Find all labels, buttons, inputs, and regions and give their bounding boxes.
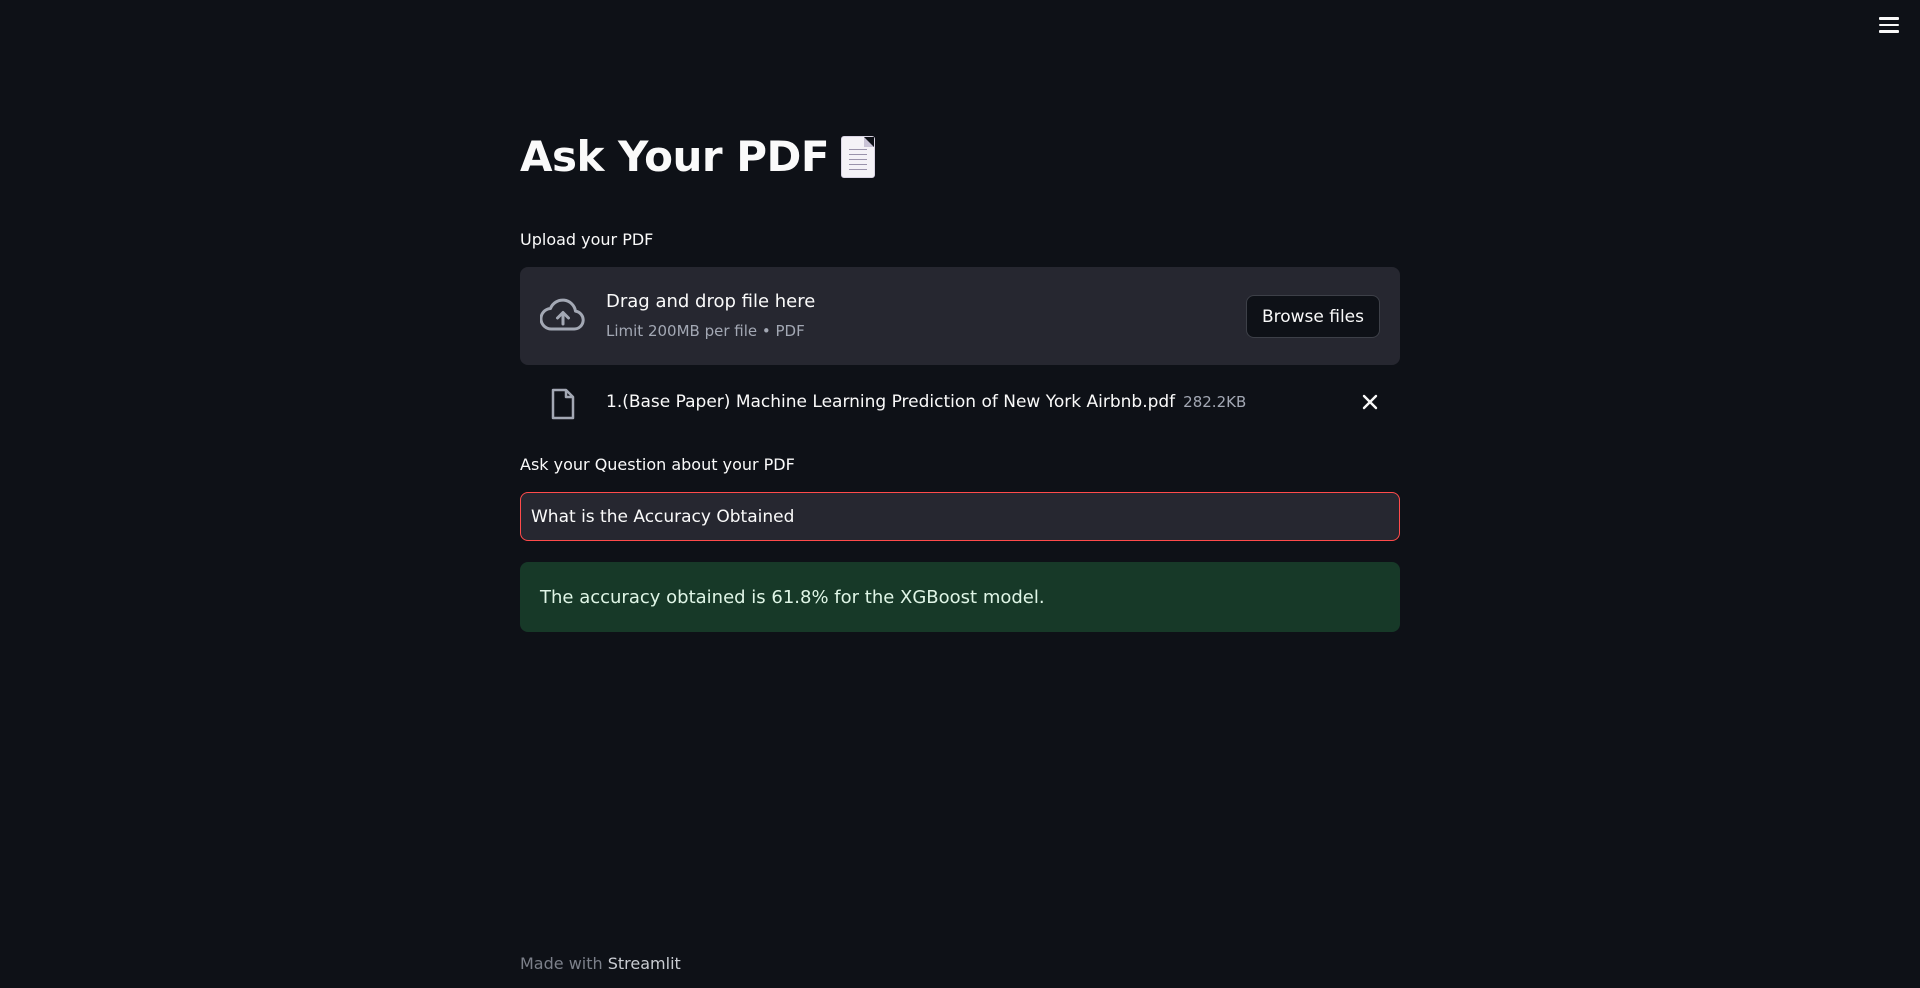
file-icon (551, 388, 575, 420)
drop-instruction: Drag and drop file here (606, 291, 816, 312)
footer-prefix: Made with (520, 954, 608, 973)
cloud-upload-icon (540, 298, 585, 331)
answer-text: The accuracy obtained is 61.8% for the X… (540, 586, 1045, 608)
footer: Made with Streamlit (520, 954, 681, 973)
browse-files-button[interactable]: Browse files (1245, 295, 1380, 338)
question-input[interactable] (520, 492, 1400, 541)
uploaded-file-item: 1.(Base Paper) Machine Learning Predicti… (520, 382, 1400, 422)
streamlit-link[interactable]: Streamlit (608, 954, 681, 973)
close-icon[interactable] (1358, 390, 1382, 414)
dropzone-text: Drag and drop file here Limit 200MB per … (606, 291, 815, 340)
answer-success-box: The accuracy obtained is 61.8% for the X… (520, 562, 1400, 632)
upload-limit: Limit 200MB per file • PDF (606, 322, 805, 340)
page-title-row: Ask Your PDF (520, 132, 876, 181)
file-name-text: 1.(Base Paper) Machine Learning Predicti… (606, 392, 1176, 412)
app-root: Ask Your PDF Upload your PDF Drag and dr… (0, 0, 1920, 988)
uploaded-file-name: 1.(Base Paper) Machine Learning Predicti… (606, 392, 1246, 412)
upload-label: Upload your PDF (520, 230, 654, 249)
file-size: 282.2KB (1183, 393, 1247, 411)
page-facing-up-icon (841, 135, 876, 178)
page-title: Ask Your PDF (520, 132, 830, 181)
question-label: Ask your Question about your PDF (520, 455, 795, 474)
file-dropzone[interactable]: Drag and drop file here Limit 200MB per … (520, 267, 1400, 365)
hamburger-menu-icon[interactable] (1876, 14, 1902, 36)
